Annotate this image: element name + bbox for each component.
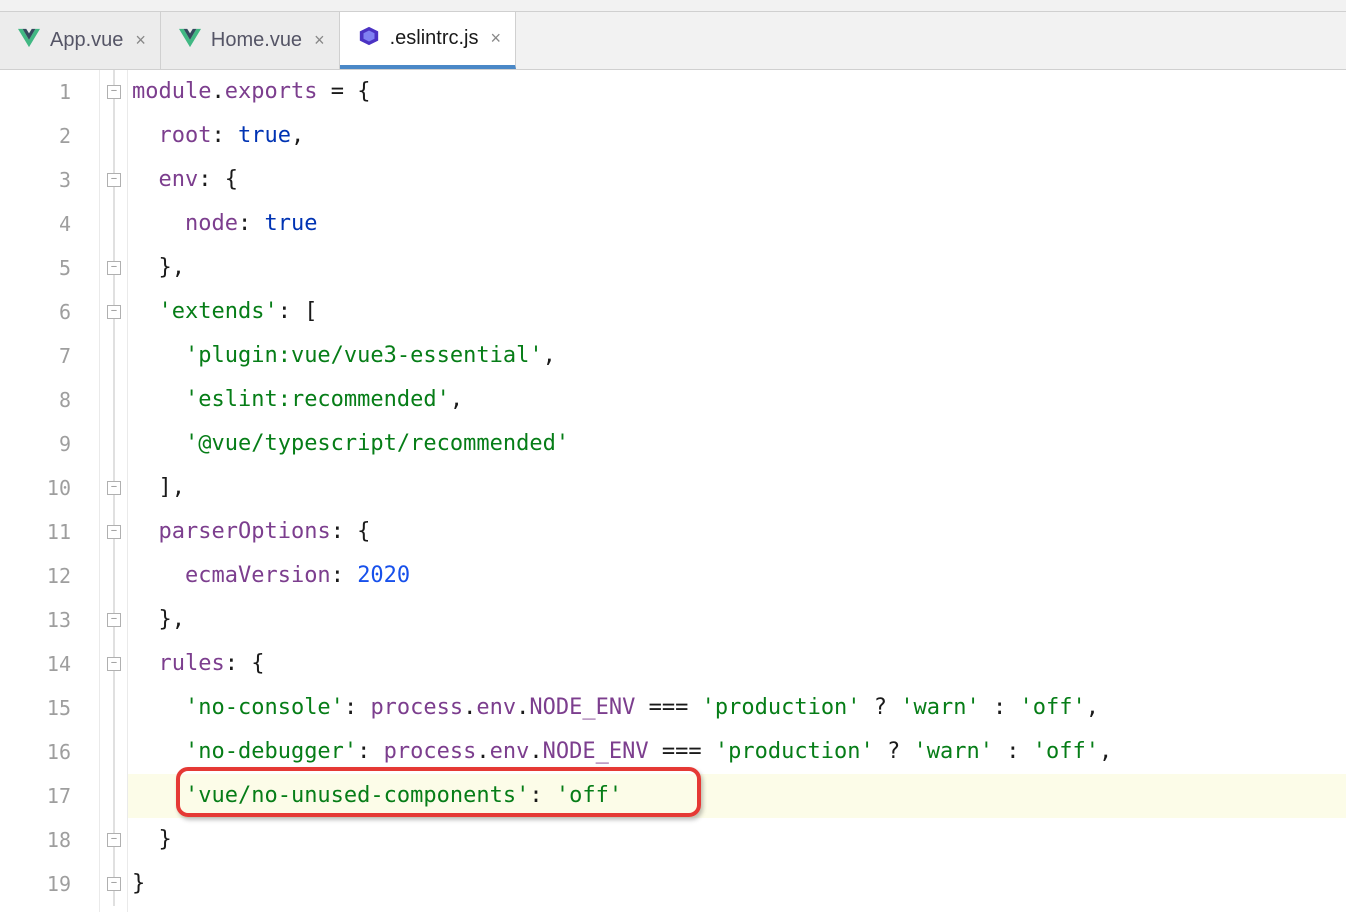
code-line[interactable]: },: [128, 246, 1346, 290]
tab-label: Home.vue: [211, 29, 302, 52]
close-icon[interactable]: ×: [133, 30, 148, 51]
line-number: 7: [0, 334, 99, 378]
tab-home-vue[interactable]: Home.vue ×: [161, 12, 340, 69]
fold-toggle-icon[interactable]: −: [107, 305, 121, 319]
code-line[interactable]: module.exports = {: [128, 70, 1346, 114]
line-number: 8: [0, 378, 99, 422]
code-line[interactable]: },: [128, 598, 1346, 642]
eslint-icon: [358, 25, 380, 52]
line-number: 16: [0, 730, 99, 774]
code-area[interactable]: module.exports = { root: true, env: { no…: [128, 70, 1346, 912]
line-number: 15: [0, 686, 99, 730]
fold-toggle-icon[interactable]: −: [107, 613, 121, 627]
code-line[interactable]: 'plugin:vue/vue3-essential',: [128, 334, 1346, 378]
line-number-gutter: 1 2 3 4 5 6 7 8 9 10 11 12 13 14 15 16 1…: [0, 70, 100, 912]
line-number: 18: [0, 818, 99, 862]
code-line[interactable]: }: [128, 862, 1346, 906]
line-number: 12: [0, 554, 99, 598]
fold-toggle-icon[interactable]: −: [107, 481, 121, 495]
line-number: 13: [0, 598, 99, 642]
code-line[interactable]: 'no-debugger': process.env.NODE_ENV === …: [128, 730, 1346, 774]
editor-tabs: App.vue × Home.vue × .eslintrc.js ×: [0, 12, 1346, 70]
line-number: 19: [0, 862, 99, 906]
fold-toggle-icon[interactable]: −: [107, 173, 121, 187]
code-line[interactable]: 'eslint:recommended',: [128, 378, 1346, 422]
code-line[interactable]: 'no-console': process.env.NODE_ENV === '…: [128, 686, 1346, 730]
close-icon[interactable]: ×: [312, 30, 327, 51]
code-line[interactable]: rules: {: [128, 642, 1346, 686]
line-number: 14: [0, 642, 99, 686]
code-line[interactable]: }: [128, 818, 1346, 862]
fold-toggle-icon[interactable]: −: [107, 261, 121, 275]
fold-toggle-icon[interactable]: −: [107, 657, 121, 671]
fold-toggle-icon[interactable]: −: [107, 525, 121, 539]
line-number: 9: [0, 422, 99, 466]
code-line[interactable]: ],: [128, 466, 1346, 510]
code-line[interactable]: '@vue/typescript/recommended': [128, 422, 1346, 466]
tab-label: .eslintrc.js: [390, 27, 479, 50]
line-number: 10: [0, 466, 99, 510]
code-line[interactable]: 'vue/no-unused-components': 'off': [128, 774, 1346, 818]
line-number: 5: [0, 246, 99, 290]
tab-eslintrc[interactable]: .eslintrc.js ×: [340, 12, 516, 69]
tab-label: App.vue: [50, 29, 123, 52]
editor: 1 2 3 4 5 6 7 8 9 10 11 12 13 14 15 16 1…: [0, 70, 1346, 912]
line-number: 2: [0, 114, 99, 158]
line-number: 11: [0, 510, 99, 554]
close-icon[interactable]: ×: [488, 28, 503, 49]
code-line[interactable]: root: true,: [128, 114, 1346, 158]
code-line[interactable]: ecmaVersion: 2020: [128, 554, 1346, 598]
line-number: 17: [0, 774, 99, 818]
fold-toggle-icon[interactable]: −: [107, 833, 121, 847]
fold-toggle-icon[interactable]: −: [107, 85, 121, 99]
vue-icon: [18, 28, 40, 53]
line-number: 3: [0, 158, 99, 202]
code-line[interactable]: env: {: [128, 158, 1346, 202]
fold-gutter: − − − − − − − − − −: [100, 70, 128, 912]
line-number: 4: [0, 202, 99, 246]
code-line[interactable]: 'extends': [: [128, 290, 1346, 334]
vue-icon: [179, 28, 201, 53]
line-number: 1: [0, 70, 99, 114]
line-number: 6: [0, 290, 99, 334]
tab-app-vue[interactable]: App.vue ×: [0, 12, 161, 69]
code-line[interactable]: node: true: [128, 202, 1346, 246]
toolbar-strip: [0, 0, 1346, 12]
code-line[interactable]: parserOptions: {: [128, 510, 1346, 554]
fold-toggle-icon[interactable]: −: [107, 877, 121, 891]
